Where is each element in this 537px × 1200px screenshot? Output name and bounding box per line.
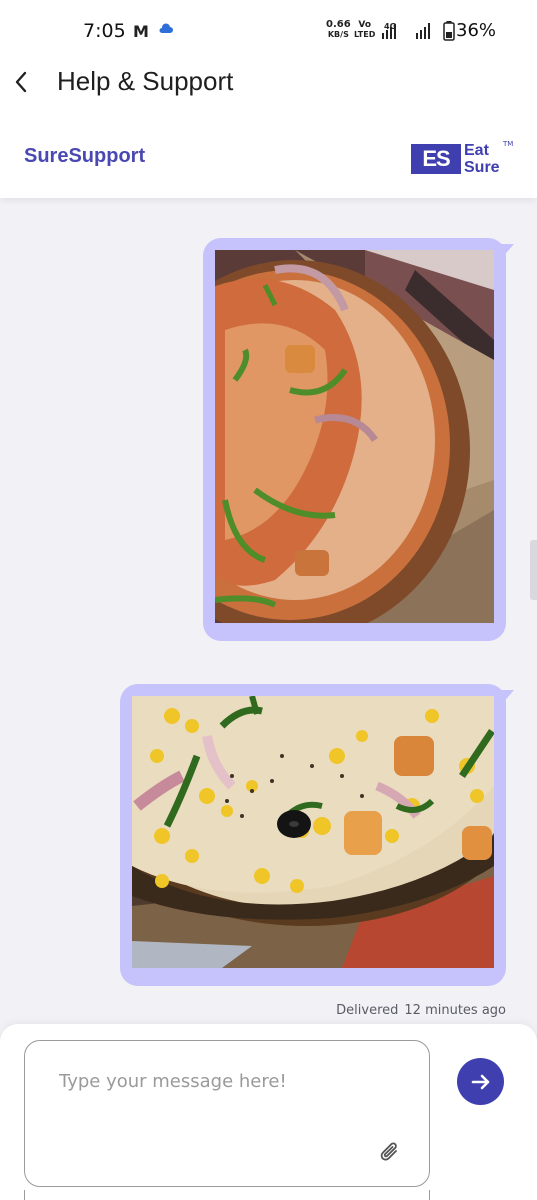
bubble-tail [500,244,514,260]
chevron-left-icon[interactable] [10,68,34,96]
logo-word-sure: Sure [464,159,500,176]
message-input-container[interactable] [24,1040,430,1187]
brand-bar: SureSupport ES Eat Sure TM [0,124,537,198]
arrow-right-icon [471,1074,489,1089]
message-composer [0,1024,537,1200]
support-brand-name: SureSupport [24,145,146,167]
bubble-tail [500,690,514,706]
volte-indicator: Vo LTED [354,20,376,39]
logo-mark: ES [411,144,461,174]
delivery-status-label: Delivered [336,1003,399,1018]
battery-percent: 36% [456,20,497,41]
message-bubble [203,238,514,641]
battery-icon [443,21,455,41]
page-title: Help & Support [57,66,234,96]
eatsure-logo: ES Eat Sure TM [411,140,514,178]
status-bar: 7:05 M 0.66 KB/S Vo LTED 4G 36% [0,0,537,60]
pizza-photo[interactable] [132,696,494,968]
logo-word-eat: Eat [464,142,489,159]
cloud-icon [159,23,173,33]
paperclip-icon[interactable] [377,1139,403,1165]
app-header: Help & Support [0,60,537,124]
composer-bottom-edge [24,1190,430,1200]
delivery-time: 12 minutes ago [404,1003,506,1018]
scrollbar[interactable] [530,540,537,600]
status-time: 7:05 [83,20,126,42]
network-speed: 0.66 KB/S [326,19,351,40]
gmail-icon: M [133,22,149,41]
pizza-photo[interactable] [215,250,494,623]
message-bubble [120,684,514,986]
signal-icon: 4G [382,22,430,39]
delivery-status: Delivered 12 minutes ago [336,1003,506,1018]
message-input[interactable] [59,1071,399,1092]
logo-trademark: TM [503,140,514,148]
send-button[interactable] [457,1058,504,1105]
